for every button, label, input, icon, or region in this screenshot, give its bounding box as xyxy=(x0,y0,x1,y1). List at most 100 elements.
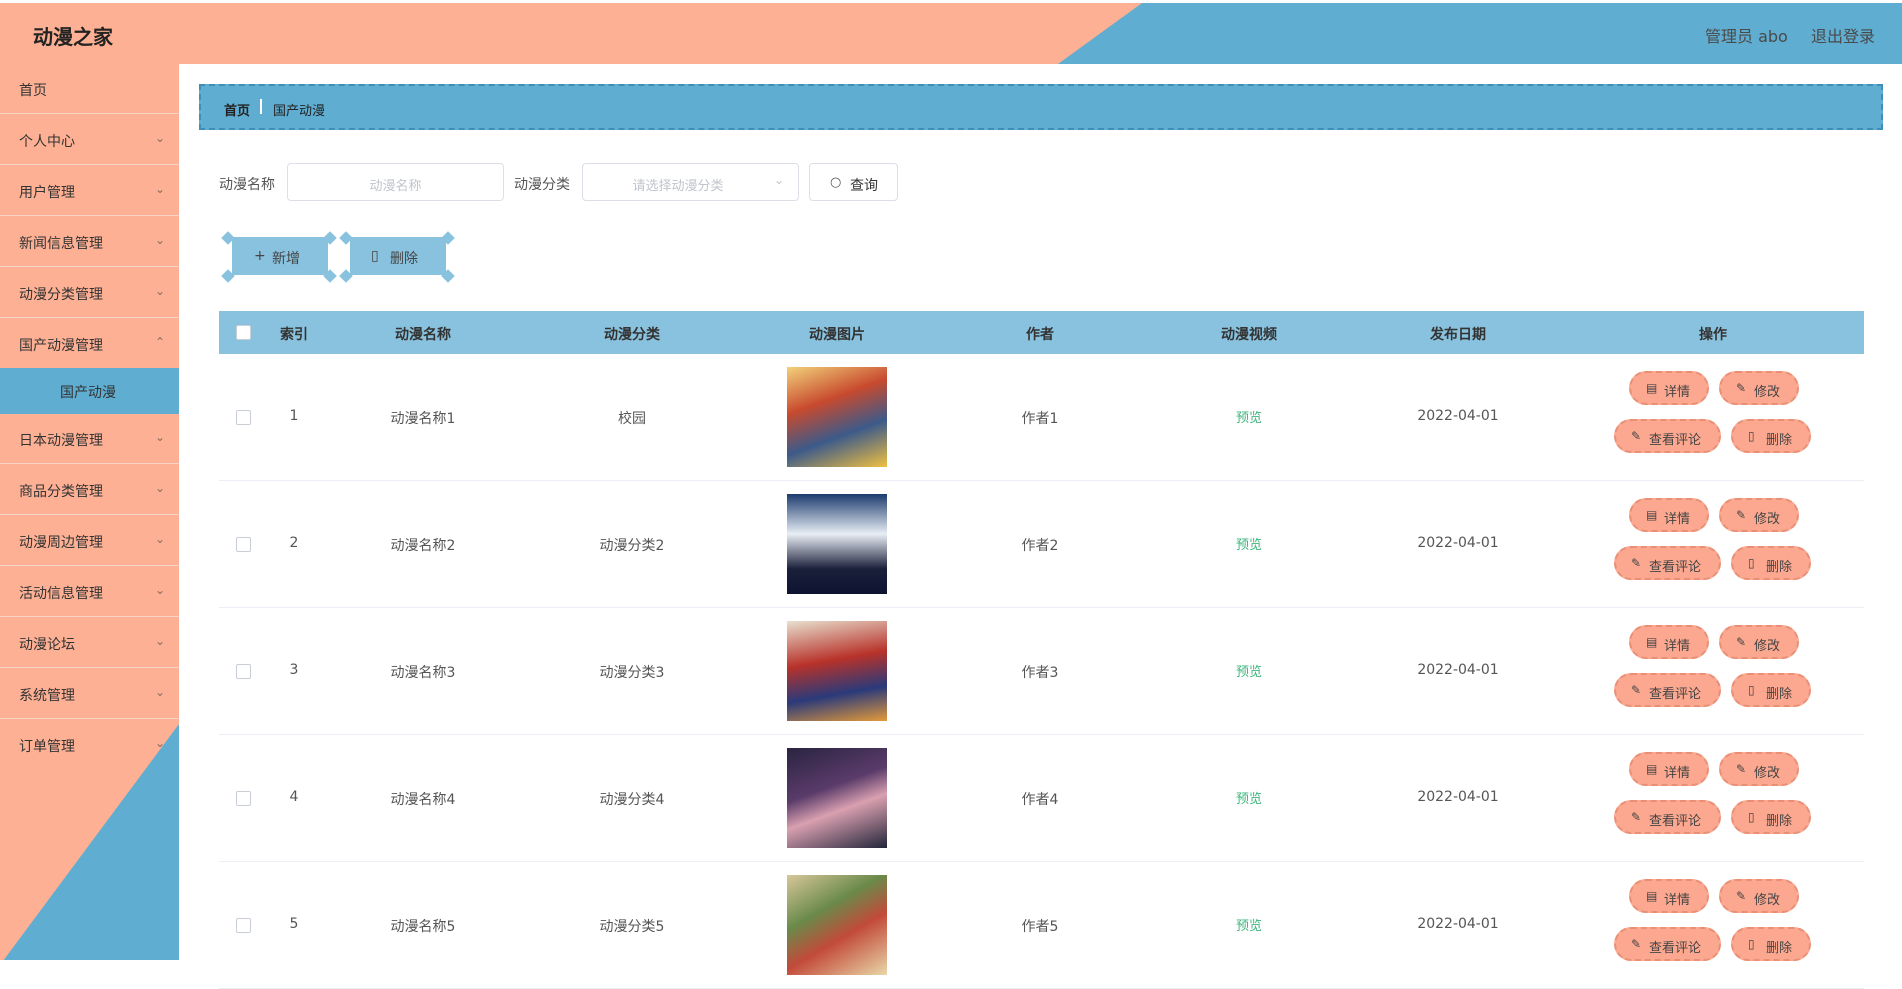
batch-delete-button-label: 删除 xyxy=(390,251,418,267)
sidebar-subitem-domestic-anime[interactable]: 国产动漫 xyxy=(0,368,179,414)
sidebar-item-anime-category-management[interactable]: 动漫分类管理 ⌄ xyxy=(0,268,179,318)
sidebar-item-label: 活动信息管理 xyxy=(19,586,103,602)
sidebar-item-order-management[interactable]: 订单管理 ⌄ xyxy=(0,720,179,770)
col-anime-video: 动漫视频 xyxy=(1221,327,1277,343)
anime-thumbnail xyxy=(787,875,887,975)
table-row: 5 动漫名称5 动漫分类5 作者5 预览 2022-04-01 ▤ 详情 ✎ 修改 ✎ 查看评论 ▯ 删除 xyxy=(219,862,1864,989)
sidebar-item-label: 日本动漫管理 xyxy=(19,433,103,449)
row-checkbox[interactable] xyxy=(236,918,251,933)
video-preview-link[interactable]: 预览 xyxy=(1236,407,1262,426)
view-comments-button[interactable]: ✎ 查看评论 xyxy=(1614,546,1721,580)
sidebar-item-personal-center[interactable]: 个人中心 ⌄ xyxy=(0,115,179,165)
delete-button-label: 删除 xyxy=(1766,814,1793,829)
batch-delete-button[interactable]: ▯ 删除 xyxy=(350,237,446,275)
cell-anime-name: 动漫名称1 xyxy=(390,411,456,427)
detail-button[interactable]: ▤ 详情 xyxy=(1629,371,1709,405)
table-row: 4 动漫名称4 动漫分类4 作者4 预览 2022-04-01 ▤ 详情 ✎ 修改 ✎ 查看评论 ▯ 删除 xyxy=(219,735,1864,862)
breadcrumb-home[interactable]: 首页 xyxy=(224,100,250,119)
row-checkbox[interactable] xyxy=(236,791,251,806)
query-button[interactable]: ○ 查询 xyxy=(809,163,898,201)
sidebar-item-anime-forum[interactable]: 动漫论坛 ⌄ xyxy=(0,618,179,668)
cell-anime-category: 校园 xyxy=(618,411,646,427)
trash-icon: ▯ xyxy=(1748,683,1755,697)
edit-button-label: 修改 xyxy=(1754,385,1781,400)
plus-icon: + xyxy=(254,248,266,264)
sidebar-item-system-management[interactable]: 系统管理 ⌄ xyxy=(0,669,179,719)
delete-button[interactable]: ▯ 删除 xyxy=(1731,419,1811,453)
sidebar-item-japanese-anime-management[interactable]: 日本动漫管理 ⌄ xyxy=(0,414,179,464)
cell-publish-date: 2022-04-01 xyxy=(1417,789,1499,805)
row-checkbox[interactable] xyxy=(236,410,251,425)
query-button-label: 查询 xyxy=(850,178,878,194)
sidebar-item-user-management[interactable]: 用户管理 ⌄ xyxy=(0,166,179,216)
row-checkbox[interactable] xyxy=(236,537,251,552)
anime-name-input[interactable]: 动漫名称 xyxy=(287,163,504,201)
top-header: 动漫之家 管理员 abo 退出登录 xyxy=(0,3,1902,64)
sidebar-item-label: 动漫分类管理 xyxy=(19,287,103,303)
chevron-down-icon: ⌄ xyxy=(773,173,784,187)
col-author: 作者 xyxy=(1026,327,1054,343)
view-comments-button-label: 查看评论 xyxy=(1649,687,1702,702)
edit-button[interactable]: ✎ 修改 xyxy=(1719,625,1799,659)
delete-button-label: 删除 xyxy=(1766,941,1793,956)
view-comments-button[interactable]: ✎ 查看评论 xyxy=(1614,927,1721,961)
col-index: 索引 xyxy=(280,327,308,343)
edit-button-label: 修改 xyxy=(1754,893,1781,908)
add-button[interactable]: + 新增 xyxy=(232,237,328,275)
chevron-down-icon: ⌄ xyxy=(155,583,166,597)
cell-author: 作者4 xyxy=(1021,792,1059,808)
delete-button[interactable]: ▯ 删除 xyxy=(1731,927,1811,961)
sidebar-item-merchandise-management[interactable]: 动漫周边管理 ⌄ xyxy=(0,516,179,566)
edit-button[interactable]: ✎ 修改 xyxy=(1719,752,1799,786)
view-comments-button[interactable]: ✎ 查看评论 xyxy=(1614,673,1721,707)
detail-button[interactable]: ▤ 详情 xyxy=(1629,625,1709,659)
pencil-icon: ✎ xyxy=(1736,508,1747,522)
anime-category-select[interactable]: 请选择动漫分类 ⌄ xyxy=(582,163,799,201)
sidebar-item-label: 动漫论坛 xyxy=(19,637,75,653)
detail-button-label: 详情 xyxy=(1664,893,1691,908)
cell-author: 作者3 xyxy=(1021,665,1059,681)
chevron-down-icon: ⌄ xyxy=(155,481,166,495)
video-preview-link[interactable]: 预览 xyxy=(1236,534,1262,553)
view-comments-button[interactable]: ✎ 查看评论 xyxy=(1614,419,1721,453)
delete-button[interactable]: ▯ 删除 xyxy=(1731,546,1811,580)
edit-button[interactable]: ✎ 修改 xyxy=(1719,498,1799,532)
video-preview-link[interactable]: 预览 xyxy=(1236,915,1262,934)
pencil-icon: ✎ xyxy=(1631,556,1642,570)
view-comments-button-label: 查看评论 xyxy=(1649,433,1702,448)
sidebar-item-news-management[interactable]: 新闻信息管理 ⌄ xyxy=(0,217,179,267)
select-all-checkbox[interactable] xyxy=(236,325,251,340)
sidebar-item-label: 系统管理 xyxy=(19,688,75,704)
pencil-icon: ✎ xyxy=(1736,762,1747,776)
sidebar-item-event-management[interactable]: 活动信息管理 ⌄ xyxy=(0,567,179,617)
video-preview-link[interactable]: 预览 xyxy=(1236,788,1262,807)
cell-anime-name: 动漫名称3 xyxy=(390,665,456,681)
view-comments-button-label: 查看评论 xyxy=(1649,941,1702,956)
cell-index: 3 xyxy=(289,662,299,678)
trash-icon: ▯ xyxy=(1748,556,1755,570)
edit-button[interactable]: ✎ 修改 xyxy=(1719,371,1799,405)
sidebar-item-product-category-management[interactable]: 商品分类管理 ⌄ xyxy=(0,465,179,515)
detail-button[interactable]: ▤ 详情 xyxy=(1629,879,1709,913)
detail-button[interactable]: ▤ 详情 xyxy=(1629,498,1709,532)
cell-author: 作者5 xyxy=(1021,919,1059,935)
edit-button-label: 修改 xyxy=(1754,512,1781,527)
delete-button[interactable]: ▯ 删除 xyxy=(1731,800,1811,834)
detail-button-label: 详情 xyxy=(1664,639,1691,654)
row-checkbox[interactable] xyxy=(236,664,251,679)
chevron-down-icon: ⌄ xyxy=(155,685,166,699)
video-preview-link[interactable]: 预览 xyxy=(1236,661,1262,680)
view-comments-button-label: 查看评论 xyxy=(1649,814,1702,829)
chevron-down-icon: ⌄ xyxy=(155,131,166,145)
logout-link[interactable]: 退出登录 xyxy=(1811,23,1875,47)
sidebar-item-label: 商品分类管理 xyxy=(19,484,103,500)
sidebar-item-domestic-anime-management[interactable]: 国产动漫管理 ⌃ xyxy=(0,319,179,369)
sidebar-item-label: 个人中心 xyxy=(19,134,75,150)
delete-button-label: 删除 xyxy=(1766,687,1793,702)
sidebar-item-home[interactable]: 首页 xyxy=(0,64,179,114)
delete-button[interactable]: ▯ 删除 xyxy=(1731,673,1811,707)
detail-button[interactable]: ▤ 详情 xyxy=(1629,752,1709,786)
edit-button[interactable]: ✎ 修改 xyxy=(1719,879,1799,913)
view-comments-button[interactable]: ✎ 查看评论 xyxy=(1614,800,1721,834)
pencil-icon: ✎ xyxy=(1631,429,1642,443)
